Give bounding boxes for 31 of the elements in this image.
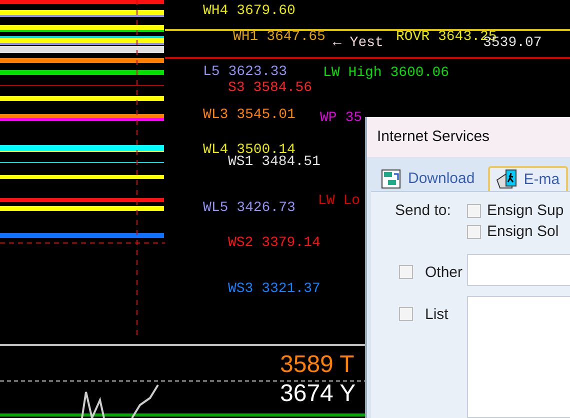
level-label: L5 3623.33 <box>203 64 288 80</box>
level-label: ← Yest <box>333 35 384 51</box>
level-label: WP 35 <box>320 110 362 126</box>
level-label: WS3 3321.37 <box>228 281 320 297</box>
level-label: WH4 3679.60 <box>203 3 296 19</box>
level-label: LW High 3600.06 <box>323 65 450 81</box>
envelope-icon <box>496 168 518 190</box>
price-reading: 3589 T <box>280 352 354 378</box>
checkbox-label: Ensign Sup <box>487 202 564 219</box>
tab[interactable]: E-ma <box>488 166 568 191</box>
level-label: WH1 3647.65 <box>233 29 326 45</box>
checkbox-label: Other <box>425 264 463 280</box>
level-label: WL3 3545.01 <box>203 107 296 123</box>
level-label: LW Lo <box>318 193 360 209</box>
checkbox[interactable] <box>399 265 413 279</box>
checkbox-label: Ensign Sol <box>487 223 559 240</box>
checkbox[interactable] <box>467 224 481 238</box>
field-label: Send to: <box>394 202 452 221</box>
list-box[interactable] <box>467 296 570 418</box>
price-reading: 3674 Y <box>280 381 356 407</box>
level-label: WS1 3484.51 <box>228 154 320 170</box>
checkbox[interactable] <box>399 307 413 321</box>
level-label: S3 3584.56 <box>228 80 312 96</box>
checkbox-label: List <box>425 306 448 322</box>
network-icon <box>380 168 402 190</box>
checkbox[interactable] <box>467 204 481 218</box>
level-label: WL5 3426.73 <box>203 200 296 216</box>
tab[interactable]: Download <box>373 166 482 191</box>
input-field[interactable] <box>467 254 570 286</box>
window-title: Internet Services <box>377 128 490 146</box>
level-label: WS2 3379.14 <box>228 235 320 251</box>
